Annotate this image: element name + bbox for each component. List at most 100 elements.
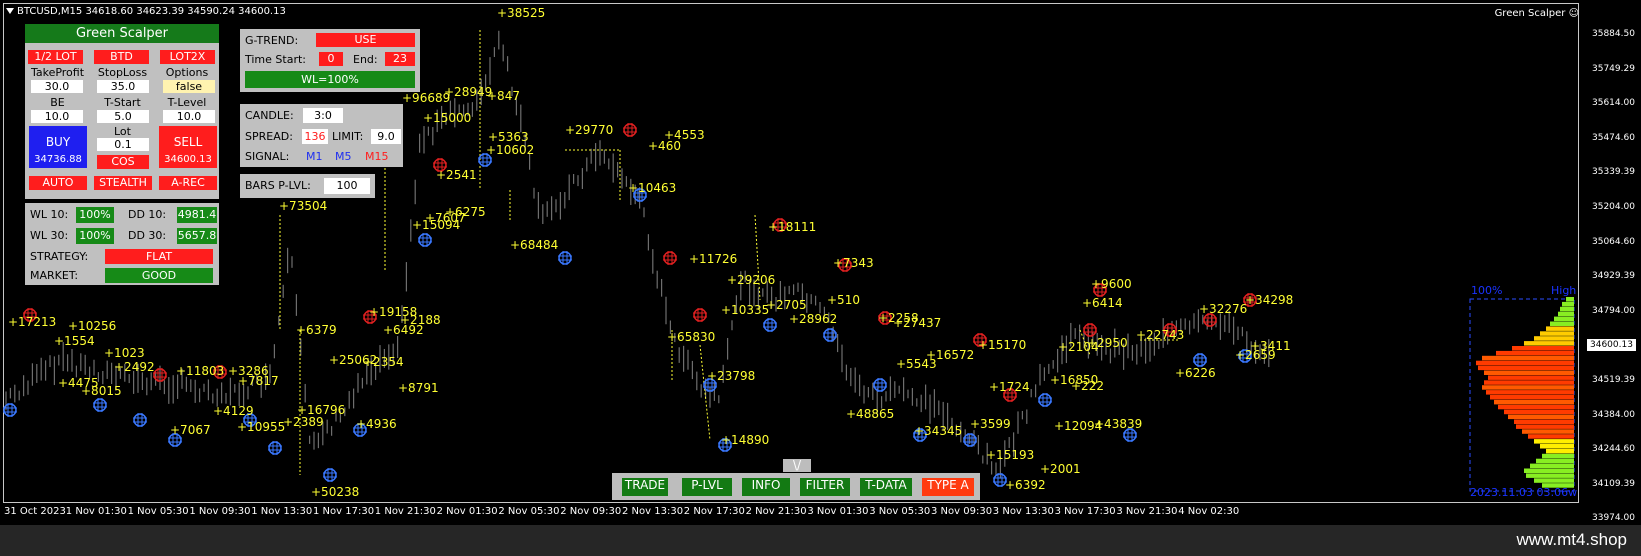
profit-label: +65830 [667,330,716,344]
profile-bar [1494,399,1574,405]
dd10-value: 4981.4 [177,207,217,223]
sell-marker [623,123,637,137]
lot-field[interactable]: 0.1 [97,138,149,151]
time-tick: 2 Nov 17:30 [683,506,745,517]
tdata-button[interactable]: T-DATA [860,478,912,496]
profile-bar [1530,463,1574,469]
profit-label: +50238 [311,485,360,499]
wl30-label: WL 30: [30,229,69,242]
stealth-button[interactable]: STEALTH [94,176,152,190]
profit-label: +10335 [721,303,770,317]
profile-bar [1526,473,1574,478]
lot2x-button[interactable]: LOT2X [160,50,215,64]
end-value[interactable]: 23 [385,52,415,66]
panel-title: Green Scalper [25,24,219,43]
profit-label: +34298 [1245,293,1294,307]
time-tick: 3 Nov 05:30 [869,506,931,517]
stoploss-field[interactable]: 35.0 [97,80,149,93]
profit-label: +3599 [970,417,1011,431]
candle-panel: CANDLE: 3:0 SPREAD: 136 LIMIT: 9.0 SIGNA… [240,104,403,167]
sell-label: SELL [173,135,203,149]
limit-field[interactable]: 9.0 [371,129,401,144]
plvl-button[interactable]: P-LVL [682,478,732,496]
takeprofit-field[interactable]: 30.0 [31,80,83,93]
profile-bar [1562,301,1574,307]
buy-marker [93,398,107,412]
cos-button[interactable]: COS [97,155,149,169]
time-tick: 1 Nov 05:30 [127,506,189,517]
profit-label: +2659 [1235,348,1276,362]
half-lot-button[interactable]: 1/2 LOT [28,50,83,64]
buy-label: BUY [45,135,71,149]
time-tick: 2 Nov 05:30 [498,506,560,517]
profit-label: +2541 [436,168,477,182]
profit-label: +5363 [488,130,529,144]
dd30-value: 5657.8 [177,228,217,244]
wl10-label: WL 10: [30,208,69,221]
timestart-label: Time Start: [245,53,306,66]
signal-m15: M15 [365,150,389,163]
watermark: www.mt4.shop [1516,530,1627,549]
signal-label: SIGNAL: [245,150,290,163]
price-tick: 34384.00 [1592,409,1635,420]
strategy-value[interactable]: FLAT [105,249,213,264]
bars-plvl-field[interactable]: 100 [324,178,370,194]
profile-bar [1482,385,1574,390]
buy-button[interactable]: BUY 34736.88 [29,126,87,168]
profit-label: +6392 [1005,478,1046,492]
volume-profile [1469,297,1575,492]
bars-panel: BARS P-LVL: 100 [240,174,375,198]
profile-bar [1534,478,1574,483]
profit-label: +7067 [170,423,211,437]
arec-button[interactable]: A-REC [159,176,217,190]
sell-price: 34600.13 [164,154,212,165]
lot-label: Lot [114,125,131,138]
profit-label: +11803 [176,364,225,378]
profit-label: +4936 [356,417,397,431]
profile-bar [1512,346,1574,351]
buy-marker [268,441,282,455]
profit-label: +2492 [114,360,155,374]
stats-panel: WL 10: 100% DD 10: 4981.4 WL 30: 100% DD… [25,203,219,285]
profit-label: +2104 [1058,340,1099,354]
spread-value: 136 [302,129,328,144]
profile-bar [1516,424,1574,429]
bottom-toolbar: TRADE P-LVL INFO FILTER T-DATA TYPE A [612,473,980,500]
auto-button[interactable]: AUTO [29,176,87,190]
time-tick: 1 Nov 17:30 [313,506,375,517]
profit-label: +847 [487,89,520,103]
sell-button[interactable]: SELL 34600.13 [159,126,217,168]
be-field[interactable]: 10.0 [31,110,83,123]
profile-bar [1524,468,1574,473]
profile-bar [1558,311,1574,317]
btd-button[interactable]: BTD [94,50,149,64]
toolbar-collapse-tab[interactable]: \/ [783,459,811,472]
tlevel-field[interactable]: 10.0 [163,110,215,123]
buy-marker [558,251,572,265]
time-tick: 2 Nov 21:30 [745,506,807,517]
main-panel: Green Scalper 1/2 LOT BTD LOT2X TakeProf… [25,24,219,199]
profit-label: +222 [1071,379,1104,393]
profit-label: +10955 [237,420,286,434]
profile-bar [1566,297,1574,302]
profile-bar [1514,419,1574,424]
gtrend-value[interactable]: USE [316,33,415,47]
options-field[interactable]: false [163,80,215,93]
time-tick: 2 Nov 13:30 [622,506,684,517]
options-label: Options [165,66,209,79]
typea-button[interactable]: TYPE A [922,478,974,496]
profit-label: +96689 [402,91,451,105]
time-tick: 3 Nov 17:30 [1054,506,1116,517]
filter-button[interactable]: FILTER [800,478,850,496]
tstart-field[interactable]: 5.0 [97,110,149,123]
takeprofit-label: TakeProfit [30,66,85,79]
gtrend-label: G-TREND: [245,34,299,47]
profit-label: +15170 [978,338,1027,352]
profile-bar [1498,404,1574,410]
timestart-value[interactable]: 0 [319,52,343,66]
candle-field[interactable]: 3:0 [303,108,343,123]
profit-label: +7817 [238,374,279,388]
info-button[interactable]: INFO [742,478,790,496]
trade-button[interactable]: TRADE [622,478,668,496]
sell-marker [1083,323,1097,337]
